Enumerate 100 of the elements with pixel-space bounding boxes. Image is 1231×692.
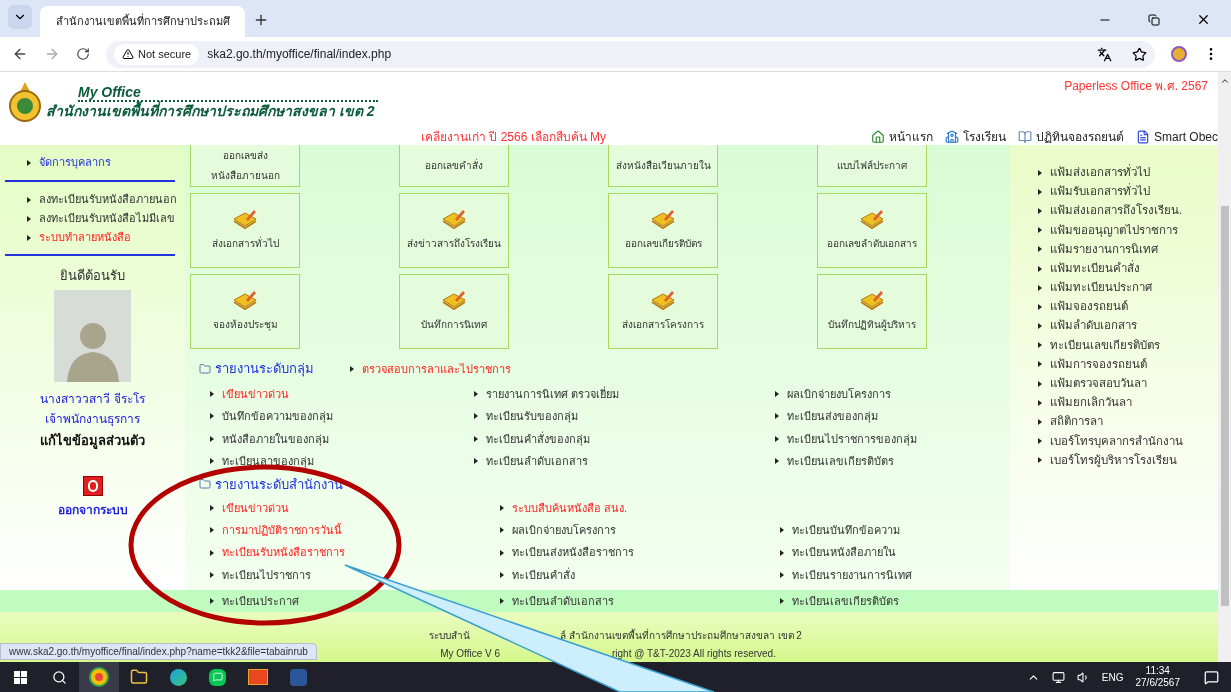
menu-tile[interactable]: ส่งเอกสารทั่วไป (190, 193, 300, 268)
menu-tile[interactable]: บันทึกปฏิทินผู้บริหาร (817, 274, 927, 349)
menu-link[interactable]: แฟ้มยกเลิกวันลา (1050, 394, 1132, 412)
menu-link[interactable]: แฟ้มจองรถยนต์ (1050, 298, 1128, 316)
menu-link[interactable]: ระบบสืบค้นหนังสือ สนง. (512, 499, 628, 517)
menu-link[interactable]: แฟ้มส่งเอกสารทั่วไป (1050, 163, 1150, 182)
menu-link[interactable]: ทะเบียนหนังสือภายใน (792, 544, 896, 561)
menu-tile[interactable]: บันทึกการนิเทศ (399, 274, 509, 349)
menu-link[interactable]: เขียนข่าวด่วน (222, 385, 289, 402)
search-icon[interactable] (52, 669, 67, 685)
user-name[interactable]: นางสาววสาวี จีระโร (40, 389, 145, 408)
menu-link[interactable]: ทะเบียนบันทึกข้อความ (792, 522, 900, 539)
menu-tile[interactable]: ส่งข่าวสารถึงโรงเรียน (399, 193, 509, 268)
network-icon[interactable] (1051, 670, 1065, 684)
menu-link[interactable]: เบอร์โทรผู้บริหารโรงเรียน (1050, 451, 1177, 470)
menu-link[interactable]: ทะเบียนส่งหนังสือราชการ (512, 544, 634, 561)
menu-link[interactable]: ทะเบียนเลขเกียรติบัตร (1050, 336, 1160, 354)
menu-link[interactable]: ทะเบียนประกาศ (222, 592, 299, 610)
menu-link[interactable]: ทะเบียนคำสั่งของกลุ่ม (486, 430, 590, 447)
menu-link[interactable]: ลงทะเบียนรับหนังสือไม่มีเลข (39, 210, 175, 227)
menu-link[interactable]: แฟ้มทะเบียนคำสั่ง (1050, 259, 1140, 278)
menu-tile[interactable]: จองห้องประชุม (190, 274, 300, 349)
browser-tab[interactable]: สำนักงานเขตพื้นที่การศึกษาประถมศึ (40, 6, 245, 37)
restore-icon[interactable] (1148, 13, 1160, 26)
menu-tile[interactable]: ส่งหนังสือเวียนภายใน (608, 145, 718, 187)
menu-link[interactable]: ทะเบียนรับของกลุ่ม (486, 408, 578, 425)
menu-link[interactable]: แฟ้มลำดับเอกสาร (1050, 317, 1137, 335)
menu-link[interactable]: ทะเบียนรับหนังสือราชการ (222, 544, 345, 561)
power-icon[interactable] (82, 476, 103, 496)
logout-link[interactable]: ออกจากระบบ (57, 501, 128, 519)
nav-link[interactable]: Smart Obec (1135, 127, 1218, 146)
back-icon[interactable] (12, 46, 28, 62)
address-field[interactable]: Not secure ska2.go.th/myoffice/final/index.php (106, 40, 1155, 68)
clock-date[interactable]: 27/6/2567 (1135, 677, 1180, 689)
star-icon[interactable] (1132, 46, 1147, 62)
menu-link[interactable]: ทะเบียนคำสั่ง (512, 566, 575, 584)
menu-link[interactable]: ทะเบียนลำดับเอกสาร (486, 453, 588, 470)
close-icon[interactable] (1196, 12, 1211, 27)
menu-link[interactable]: ระบบทำลายหนังสือ (39, 229, 131, 246)
menu-link[interactable]: จัดการบุคลากร (39, 154, 111, 171)
folder-icon (199, 478, 211, 491)
menu-link[interactable]: ทะเบียนไปราชการ (222, 566, 311, 584)
menu-link[interactable]: ทะเบียนรายงานการนิเทศ (792, 566, 912, 584)
menu-tile[interactable]: ออกเลขเกียรติบัตร (608, 193, 718, 268)
nav-link[interactable]: ปฏิทินจองรถยนต์ (1017, 127, 1124, 146)
menu-link[interactable]: แฟ้มรายงานการนิเทศ (1050, 240, 1158, 258)
folder-app-icon[interactable] (130, 668, 148, 686)
menu-link[interactable]: แฟ้มการจองรถยนต์ (1050, 355, 1147, 374)
tab-list-button[interactable] (8, 5, 32, 29)
menu-link[interactable]: แฟ้มทะเบียนประกาศ (1050, 279, 1152, 297)
menu-link[interactable]: ทะเบียนลาของกลุ่ม (222, 453, 314, 470)
bullet-icon (27, 234, 31, 241)
menu-link[interactable]: การมาปฏิบัติราชการวันนี้ (222, 522, 342, 539)
menu-link[interactable]: สถิติการลา (1050, 413, 1103, 431)
menu-link[interactable]: ทะเบียนไปราชการของกลุ่ม (787, 430, 917, 447)
bullet-icon (1038, 188, 1042, 195)
menu-link[interactable]: บันทึกข้อความของกลุ่ม (222, 408, 333, 425)
new-tab-icon[interactable] (253, 12, 269, 28)
menu-tile[interactable]: ออกเลขลำดับเอกสาร (817, 193, 927, 268)
edit-profile-link[interactable]: แก้ไขข้อมูลส่วนตัว (40, 430, 145, 450)
translate-icon[interactable] (1097, 46, 1112, 62)
browser-app-icon[interactable] (79, 662, 119, 692)
menu-link[interactable]: รายงานการนิเทศ ตรวจเยี่ยม (486, 385, 620, 402)
menu-link[interactable]: ทะเบียนลำดับเอกสาร (512, 592, 614, 610)
menu-link[interactable]: ทะเบียนเลขเกียรติบัตร (792, 592, 899, 610)
menu-tile[interactable]: ออกเลขส่ง หนังสือภายนอก (190, 145, 300, 187)
menu-link[interactable]: ลงทะเบียนรับหนังสือภายนอก (39, 191, 177, 208)
book-icon (1017, 129, 1032, 144)
menu-link[interactable]: เบอร์โทรบุคลากรสำนักงาน (1050, 432, 1183, 450)
menu-link[interactable]: ผลเบิกจ่ายงบโครงการ (787, 385, 891, 402)
nav-link[interactable]: โรงเรียน (944, 127, 1006, 146)
profile-icon[interactable] (1171, 46, 1187, 62)
menu-link[interactable]: เขียนข่าวด่วน (222, 499, 289, 517)
menu-link[interactable]: ผลเบิกจ่ายงบโครงการ (512, 522, 616, 539)
reload-icon[interactable] (76, 47, 90, 61)
menu-tile[interactable]: แบบไฟล์ประกาศ (817, 145, 927, 187)
scroll-up-icon[interactable] (1219, 76, 1230, 86)
menu-tile[interactable]: ออกเลขคำสั่ง (399, 145, 509, 187)
menu-link[interactable]: หนังสือภายในของกลุ่ม (222, 430, 329, 447)
menu-link[interactable]: แฟ้มตรวจสอบวันลา (1050, 375, 1147, 393)
menu-link[interactable]: แฟ้มรับเอกสารทั่วไป (1050, 183, 1150, 201)
notification-icon[interactable] (1204, 669, 1219, 685)
language-indicator[interactable]: ENG (1101, 669, 1124, 685)
menu-link[interactable]: แฟ้มส่งเอกสารถึงโรงเรียน. (1050, 202, 1183, 220)
user-position[interactable]: เจ้าพนักงานธุรการ (45, 409, 140, 428)
menu-link[interactable]: แฟ้มขออนุญาตไปราชการ (1050, 221, 1178, 239)
menu-tile[interactable]: ส่งเอกสารโครงการ (608, 274, 718, 349)
menu-link[interactable]: ทะเบียนส่งของกลุ่ม (787, 408, 878, 425)
section-title: รายงานระดับสำนักงาน (215, 475, 343, 494)
clock-time[interactable]: 11:34 (1145, 665, 1170, 677)
footer-text: My Office V 6 (440, 646, 500, 661)
edge-app-icon[interactable] (170, 668, 187, 686)
bullet-icon (775, 458, 779, 465)
menu-link[interactable]: ตรวจสอบการลาและไปราชการ (362, 360, 511, 377)
nav-link[interactable]: หน้าแรก (870, 127, 933, 146)
scrollbar[interactable] (1218, 72, 1231, 662)
menu-link[interactable]: ทะเบียนเลขเกียรติบัตร (787, 453, 894, 470)
volume-icon[interactable] (1076, 670, 1090, 684)
bullet-icon (1038, 303, 1042, 310)
chat-app-icon[interactable] (209, 668, 226, 686)
